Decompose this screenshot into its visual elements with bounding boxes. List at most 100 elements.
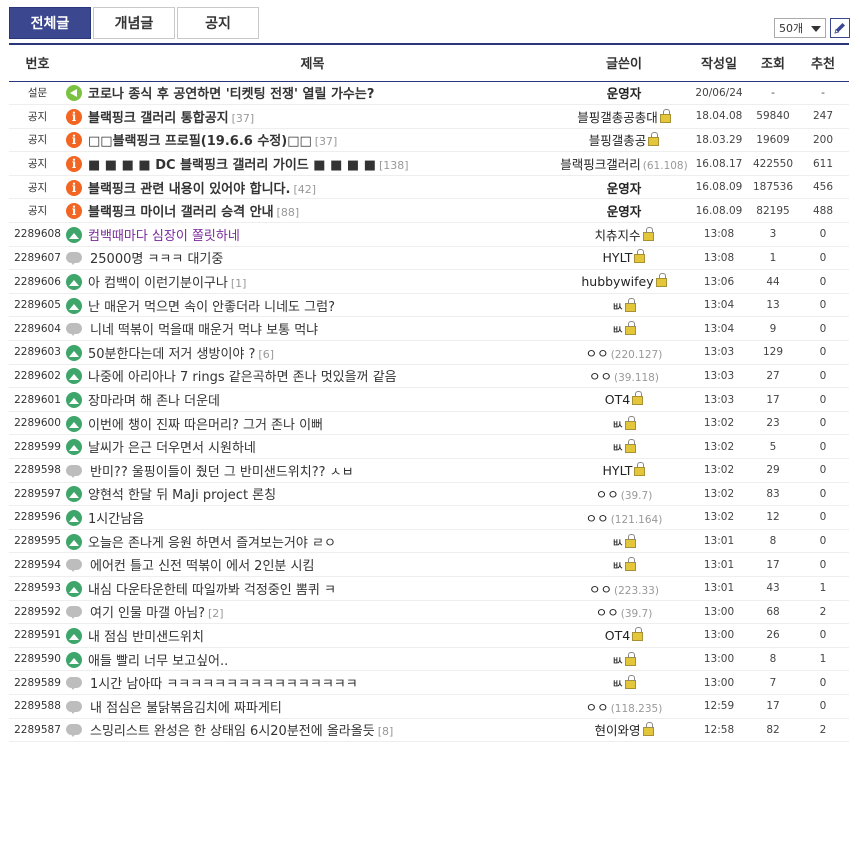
post-recommend: -: [797, 81, 849, 106]
table-row[interactable]: 2289598 반미?? 울핑이들이 줬던 그 반미샌드위치?? ㅅㅂ HYLT 13…: [9, 458, 849, 483]
post-subject-link[interactable]: 블랙핑크 관련 내용이 있어야 합니다.: [88, 182, 290, 197]
list-count-select[interactable]: 50개: [774, 18, 826, 38]
post-subject-link[interactable]: 컴백때마다 심장이 쫄릿하네: [88, 229, 240, 244]
table-row[interactable]: 2289597 양현석 한달 뒤 MaJi project 론칭 ㅇㅇ (39.7) 1…: [9, 482, 849, 507]
post-subject-link[interactable]: 에어컨 틀고 신전 떡볶이 에서 2인분 시킴: [90, 559, 314, 574]
table-row[interactable]: 2289606 아 컴백이 이런기분이구나 [1] hubbywifey 13:06 44…: [9, 269, 849, 294]
table-row[interactable]: 2289607 25000명 ㅋㅋㅋ 대기중 HYLT 13:08 1 0: [9, 246, 849, 271]
writer-name[interactable]: ㅄ: [612, 535, 624, 550]
table-row[interactable]: 공지블랙핑크 갤러리 통합공지[37]블핑갤총공총대18.04.08598402…: [9, 104, 849, 129]
post-subject-link[interactable]: 1시간남음: [88, 512, 144, 527]
table-row[interactable]: 2289599 날씨가 은근 더우면서 시원하네 ㅄ 13:02 5 0: [9, 434, 849, 459]
post-subject-link[interactable]: 양현석 한달 뒤 MaJi project 론칭: [88, 488, 276, 503]
tab-recommended-posts[interactable]: 개념글: [93, 7, 175, 39]
table-row[interactable]: 2289593 내심 다운타운한테 따일까봐 걱정중인 뽐퀴 ㅋ ㅇㅇ (223.33…: [9, 576, 849, 601]
post-subject-link[interactable]: 반미?? 울핑이들이 줬던 그 반미샌드위치?? ㅅㅂ: [90, 465, 354, 480]
writer-name[interactable]: ㅇㅇ: [596, 605, 619, 620]
table-row[interactable]: 공지■ ■ ■ ■ DC 블랙핑크 갤러리 가이드 ■ ■ ■ ■[138]블랙…: [9, 151, 849, 176]
writer-name[interactable]: ㅇㅇ: [586, 700, 609, 715]
post-subject-link[interactable]: 50분한다는데 저거 생방이야 ?: [88, 347, 255, 362]
table-row[interactable]: 2289605 난 매운거 먹으면 속이 안좋더라 니네도 그럼? ㅄ 13:04 13…: [9, 293, 849, 318]
post-subject-link[interactable]: 블랙핑크 갤러리 통합공지: [88, 111, 229, 126]
table-row[interactable]: 설문 코로나 종식 후 공연하면 '티켓팅 전쟁' 열릴 가수는? 운영자 20/06…: [9, 81, 849, 106]
post-subject-link[interactable]: 내 점심 반미샌드위치: [88, 630, 204, 645]
post-subject-link[interactable]: 니네 떡볶이 먹을때 매운거 먹냐 보통 먹냐: [90, 323, 318, 338]
writer-name[interactable]: 현이와영: [594, 723, 640, 738]
writer-name[interactable]: 치츄지수: [594, 228, 640, 243]
post-subject-link[interactable]: □□블랙핑크 프로필(19.6.6 수정)□□: [88, 134, 312, 149]
table-row[interactable]: 2289595 오늘은 존나게 응원 하면서 즐겨보는거야 ㄹㅇ ㅄ 13:01 8 0: [9, 529, 849, 554]
post-subject-link[interactable]: 이번에 챙이 진짜 따은머리? 그거 존나 이뻐: [88, 418, 323, 433]
writer-name[interactable]: HYLT: [603, 250, 633, 265]
table-row[interactable]: 2289596 1시간남음 ㅇㅇ (121.164) 13:02 12 0: [9, 505, 849, 530]
writer-name[interactable]: ㅇㅇ: [586, 511, 609, 526]
post-date: 13:02: [689, 482, 749, 507]
writer-name[interactable]: hubbywifey: [581, 274, 653, 289]
reply-count[interactable]: [37]: [232, 112, 255, 125]
writer-name[interactable]: OT4: [605, 628, 630, 643]
writer-name[interactable]: ㅄ: [612, 417, 624, 432]
writer-name[interactable]: ㅇㅇ: [596, 487, 619, 502]
post-subject-link[interactable]: 오늘은 존나게 응원 하면서 즐겨보는거야 ㄹㅇ: [88, 536, 336, 551]
reply-count[interactable]: [42]: [293, 183, 316, 196]
writer-name[interactable]: 운영자: [607, 181, 642, 196]
reply-count[interactable]: [37]: [315, 135, 338, 148]
post-subject-link[interactable]: 25000명 ㅋㅋㅋ 대기중: [90, 252, 223, 267]
writer-name[interactable]: ㅄ: [612, 322, 624, 337]
post-subject-link[interactable]: 여기 인물 마갤 아님?: [90, 606, 205, 621]
write-post-button[interactable]: [830, 18, 850, 38]
post-subject-link[interactable]: 장마라며 해 존나 더운데: [88, 394, 220, 409]
table-row[interactable]: 2289588 내 점심은 불닭볶음김치에 짜파게티 ㅇㅇ (118.235) 12:5…: [9, 694, 849, 719]
table-row[interactable]: 2289601 장마라며 해 존나 더운데 OT4 13:03 17 0: [9, 387, 849, 412]
writer-name[interactable]: 블핑갤총공: [589, 133, 647, 148]
table-row[interactable]: 2289592 여기 인물 마갤 아님? [2] ㅇㅇ (39.7) 13:00 68 2: [9, 600, 849, 625]
post-subject-link[interactable]: 블랙핑크 마이너 갤러리 승격 안내: [88, 205, 274, 220]
writer-name[interactable]: ㅄ: [612, 440, 624, 455]
post-subject-link[interactable]: 날씨가 은근 더우면서 시원하네: [88, 441, 256, 456]
post-subject-link[interactable]: ■ ■ ■ ■ DC 블랙핑크 갤러리 가이드 ■ ■ ■ ■: [88, 158, 376, 173]
table-row[interactable]: 2289589 1시간 남아따 ㅋㅋㅋㅋㅋㅋㅋㅋㅋㅋㅋㅋㅋㅋㅋㅋ ㅄ 13:00 7 0: [9, 670, 849, 695]
table-row[interactable]: 2289587 스밍리스트 완성은 한 상태임 6시20분전에 올라올듯 [8] 현이…: [9, 718, 849, 743]
reply-count[interactable]: [1]: [231, 277, 247, 290]
table-row[interactable]: 공지블랙핑크 관련 내용이 있어야 합니다.[42]운영자16.08.09187…: [9, 175, 849, 200]
table-row[interactable]: 2289603 50분한다는데 저거 생방이야 ? [6] ㅇㅇ (220.127) 13…: [9, 340, 849, 365]
post-subject-link[interactable]: 코로나 종식 후 공연하면 '티켓팅 전쟁' 열릴 가수는?: [88, 87, 374, 102]
post-subject-link[interactable]: 1시간 남아따 ㅋㅋㅋㅋㅋㅋㅋㅋㅋㅋㅋㅋㅋㅋㅋㅋ: [90, 677, 358, 692]
tab-all-posts[interactable]: 전체글: [9, 7, 91, 39]
table-row[interactable]: 2289600 이번에 챙이 진짜 따은머리? 그거 존나 이뻐 ㅄ 13:02 23 0: [9, 411, 849, 436]
writer-name[interactable]: ㅄ: [612, 558, 624, 573]
writer-name[interactable]: 운영자: [607, 204, 642, 219]
table-row[interactable]: 2289591 내 점심 반미샌드위치 OT4 13:00 26 0: [9, 623, 849, 648]
writer-name[interactable]: 운영자: [607, 86, 642, 101]
table-row[interactable]: 공지블랙핑크 마이너 갤러리 승격 안내[88]운영자16.08.0982195…: [9, 198, 849, 224]
tab-notices[interactable]: 공지: [177, 7, 259, 39]
reply-count[interactable]: [2]: [208, 607, 224, 620]
writer-name[interactable]: OT4: [605, 392, 630, 407]
writer-name[interactable]: ㅇㅇ: [589, 369, 612, 384]
post-subject-link[interactable]: 스밍리스트 완성은 한 상태임 6시20분전에 올라올듯: [90, 724, 375, 739]
table-row[interactable]: 2289604 니네 떡볶이 먹을때 매운거 먹냐 보통 먹냐 ㅄ 13:04 9 0: [9, 316, 849, 342]
writer-name[interactable]: ㅇㅇ: [589, 582, 612, 597]
reply-count[interactable]: [6]: [258, 348, 274, 361]
post-subject-link[interactable]: 아 컴백이 이런기분이구나: [88, 276, 228, 291]
writer-name[interactable]: 블랙핑크갤러리: [560, 157, 641, 172]
writer-name[interactable]: ㅄ: [612, 676, 624, 691]
writer-name[interactable]: ㅄ: [612, 653, 624, 668]
post-subject-link[interactable]: 애들 빨리 너무 보고싶어..: [88, 654, 228, 669]
table-row[interactable]: 2289602 나중에 아리아나 7 rings 같은곡하면 존나 멋있을꺼 같음…: [9, 364, 849, 389]
post-subject-link[interactable]: 내심 다운타운한테 따일까봐 걱정중인 뽐퀴 ㅋ: [88, 583, 336, 598]
reply-count[interactable]: [88]: [277, 206, 300, 219]
post-subject-link[interactable]: 내 점심은 불닭볶음김치에 짜파게티: [90, 701, 282, 716]
reply-count[interactable]: [138]: [379, 159, 409, 172]
post-subject-link[interactable]: 난 매운거 먹으면 속이 안좋더라 니네도 그럼?: [88, 300, 335, 315]
post-subject-link[interactable]: 나중에 아리아나 7 rings 같은곡하면 존나 멋있을꺼 같음: [88, 370, 397, 385]
writer-name[interactable]: ㅇㅇ: [586, 346, 609, 361]
table-row[interactable]: 2289594 에어컨 틀고 신전 떡볶이 에서 2인분 시킴 ㅄ 13:01 17 0: [9, 552, 849, 577]
reply-count[interactable]: [8]: [378, 725, 394, 738]
writer-name[interactable]: 블핑갤총공총대: [577, 110, 658, 125]
writer-name[interactable]: ㅄ: [612, 299, 624, 314]
writer-name[interactable]: HYLT: [603, 463, 633, 478]
table-row[interactable]: 2289608 컴백때마다 심장이 쫄릿하네 치츄지수 13:08 3 0: [9, 222, 849, 247]
table-row[interactable]: 공지□□블랙핑크 프로필(19.6.6 수정)□□[37]블핑갤총공18.03.…: [9, 128, 849, 153]
table-row[interactable]: 2289590 애들 빨리 너무 보고싶어.. ㅄ 13:00 8 1: [9, 647, 849, 672]
